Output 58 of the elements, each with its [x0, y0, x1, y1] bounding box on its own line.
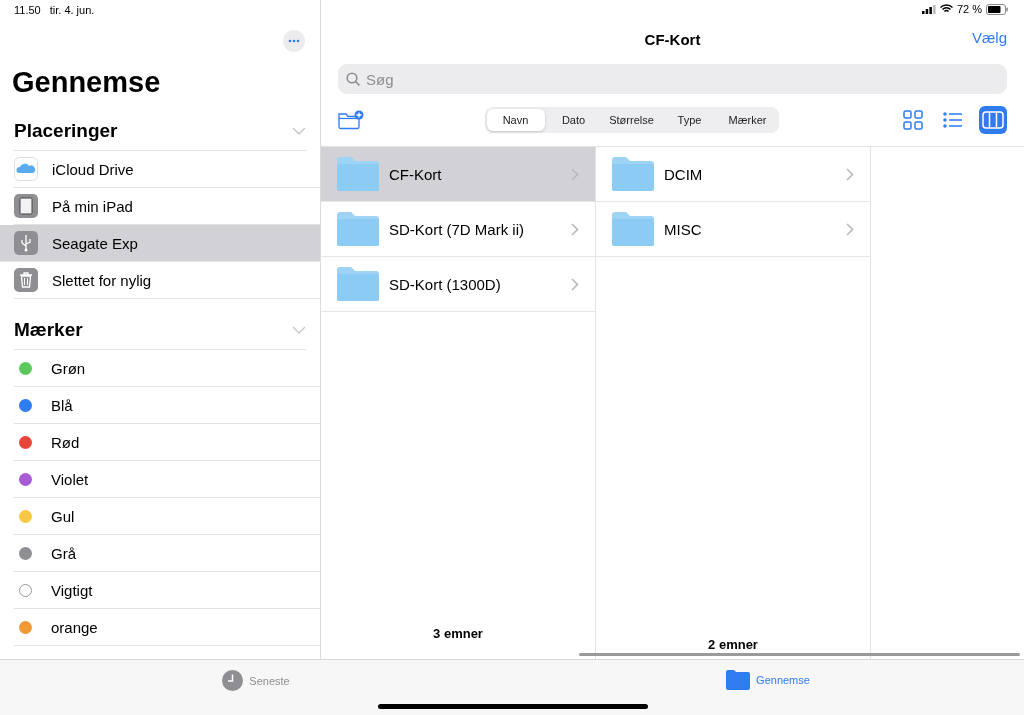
location-item[interactable]: iCloud Drive — [14, 151, 320, 188]
chevron-icon — [571, 222, 579, 236]
chevron-icon — [846, 167, 854, 181]
cloud-icon — [14, 157, 38, 181]
section-header: Placeringer — [14, 120, 118, 142]
sort-tab[interactable]: Størrelse — [602, 109, 661, 131]
folder-title: CF-Kort — [644, 30, 701, 48]
tablet-icon — [14, 194, 38, 218]
folder-icon — [612, 157, 654, 191]
folder-row[interactable]: DCIM — [596, 147, 870, 202]
section-header: Mærker — [14, 319, 83, 341]
page-title: Gennemse — [12, 66, 162, 98]
folder-row[interactable]: CF-Kort — [321, 147, 595, 202]
usb-icon — [14, 231, 38, 255]
tag-item[interactable]: Vigtigt — [14, 572, 320, 609]
folder-row[interactable]: SD-Kort (1300D) — [321, 257, 595, 312]
select-button[interactable]: Vælg — [971, 29, 1007, 46]
wifi-icon — [939, 4, 953, 14]
folder-icon — [726, 670, 751, 690]
columns-view-button[interactable] — [979, 106, 1007, 134]
folder-icon — [337, 267, 379, 301]
sort-tab[interactable]: Navn — [486, 109, 545, 131]
chevron-icon[interactable] — [292, 127, 306, 135]
folder-icon — [337, 212, 379, 246]
sort-tab[interactable]: Mærker — [718, 109, 777, 131]
chevron-icon — [571, 277, 579, 291]
sort-tab[interactable]: Dato — [544, 109, 603, 131]
sort-tab[interactable]: Type — [660, 109, 719, 131]
clock-icon — [222, 670, 244, 691]
status-date: tir. 4. jun. — [49, 4, 95, 18]
trash-icon — [14, 268, 38, 292]
search-field[interactable]: Søg — [338, 64, 1007, 94]
tag-item[interactable]: Grå — [14, 535, 320, 572]
tag-item[interactable]: orange — [14, 609, 320, 646]
location-item[interactable]: Slettet for nylig — [14, 262, 320, 299]
battery-icon — [986, 3, 1008, 15]
folder-icon — [337, 157, 379, 191]
new-folder-icon[interactable] — [338, 110, 364, 130]
tag-item[interactable]: Rød — [14, 424, 320, 461]
battery-percent: 72 % — [956, 3, 982, 15]
tab-bar-item[interactable]: Gennemse — [512, 660, 1024, 715]
folder-row[interactable]: MISC — [596, 202, 870, 257]
item-count: 2 emner — [708, 637, 758, 652]
tag-item[interactable]: Violet — [14, 461, 320, 498]
tag-item[interactable]: Gul — [14, 498, 320, 535]
tag-item[interactable]: Blå — [14, 387, 320, 424]
signal-icon — [921, 4, 936, 14]
item-count: 3 emner — [433, 626, 483, 641]
folder-icon — [612, 212, 654, 246]
chevron-icon[interactable] — [292, 326, 306, 334]
tag-item[interactable]: Grøn — [14, 350, 320, 387]
location-item[interactable]: Seagate Exp — [0, 225, 320, 262]
more-icon — [288, 39, 300, 43]
chevron-icon — [571, 167, 579, 181]
folder-row[interactable]: SD-Kort (7D Mark ii) — [321, 202, 595, 257]
more-button[interactable] — [283, 30, 305, 52]
chevron-icon — [846, 222, 854, 236]
status-time: 11.50 — [14, 4, 41, 18]
